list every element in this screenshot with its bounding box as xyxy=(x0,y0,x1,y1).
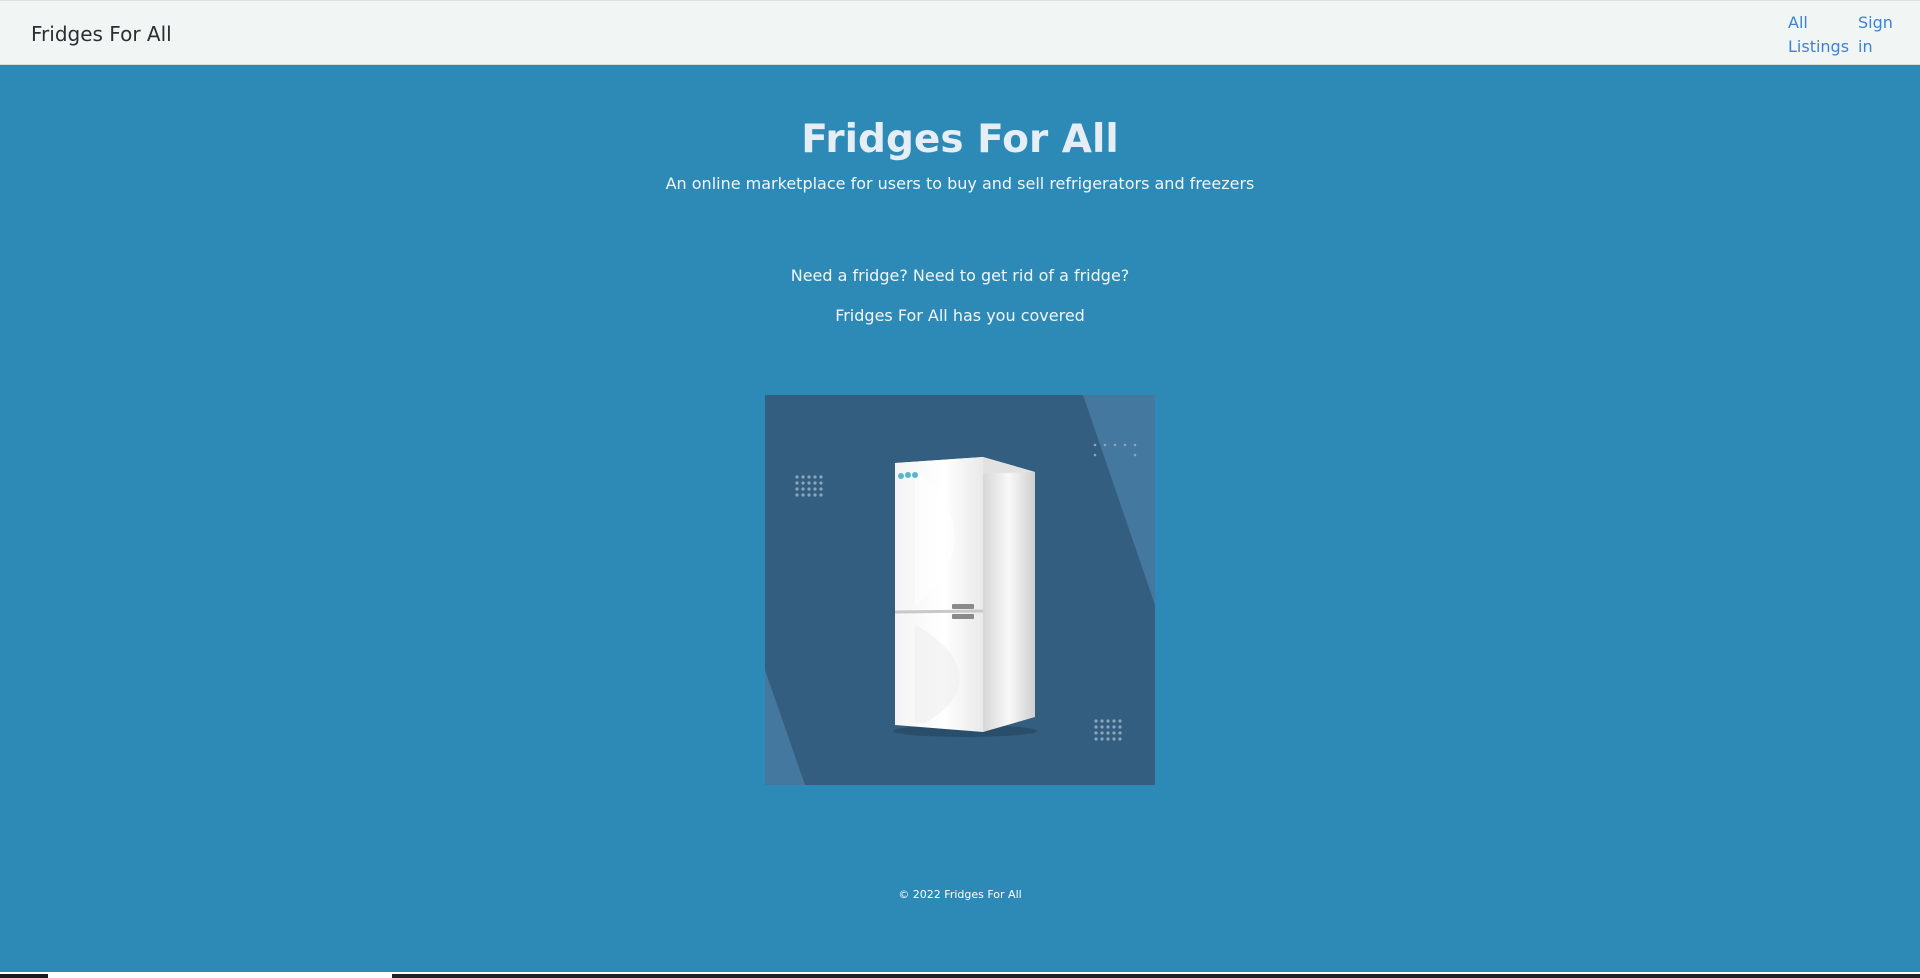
promo-image xyxy=(765,395,1155,785)
navbar: Fridges For All All Listings Sign in xyxy=(0,0,1920,65)
footer-copyright: © 2022 Fridges For All xyxy=(898,888,1022,901)
fridge-side xyxy=(983,457,1035,732)
dot-grid-bottom-right xyxy=(1094,719,1122,741)
brand-link[interactable]: Fridges For All xyxy=(31,20,172,48)
nav-link-sign-in[interactable]: Sign in xyxy=(1858,11,1898,59)
fridge-handle-bottom xyxy=(952,614,974,619)
nav-link-all-listings[interactable]: All Listings xyxy=(1788,11,1854,59)
bottom-strip xyxy=(0,972,1920,978)
dot-grid-top-left xyxy=(795,475,823,497)
refrigerator-illustration-icon xyxy=(765,395,1155,785)
lead-tagline: Fridges For All has you covered xyxy=(835,306,1085,325)
lead-question: Need a fridge? Need to get rid of a frid… xyxy=(790,266,1130,285)
decor-panel-bottom-left xyxy=(765,670,805,785)
hero-title: Fridges For All xyxy=(801,117,1119,162)
decor-panel-top-right xyxy=(1083,395,1155,605)
hero-subtitle: An online marketplace for users to buy a… xyxy=(665,174,1255,193)
fridge-handle-top xyxy=(952,604,974,609)
